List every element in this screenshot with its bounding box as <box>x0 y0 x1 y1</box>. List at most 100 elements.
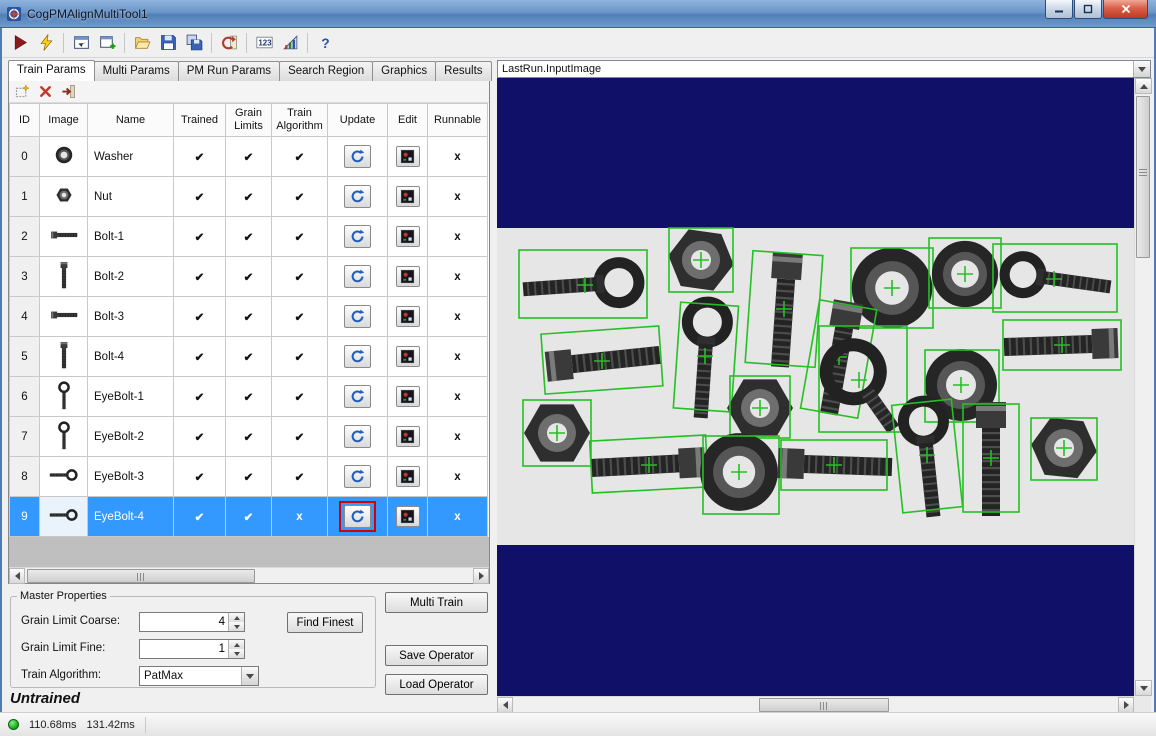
cell-grain-limits[interactable]: ✔ <box>226 297 272 337</box>
cell-edit[interactable] <box>388 177 428 217</box>
update-button[interactable] <box>344 345 371 368</box>
cell-runnable[interactable]: x <box>428 417 488 457</box>
update-button[interactable] <box>344 385 371 408</box>
cell-update[interactable] <box>328 377 388 417</box>
column-header[interactable]: Image <box>40 104 88 137</box>
cell-edit[interactable] <box>388 297 428 337</box>
table-horizontal-scrollbar[interactable] <box>9 567 489 583</box>
cell-image[interactable] <box>40 297 88 337</box>
import-pattern-icon[interactable] <box>59 83 78 101</box>
scroll-left-arrow[interactable] <box>497 697 513 713</box>
cell-update[interactable] <box>328 137 388 177</box>
cell-grain-limits[interactable]: ✔ <box>226 497 272 537</box>
pattern-row-5[interactable]: 5Bolt-4✔✔✔x <box>10 337 488 377</box>
run-icon[interactable] <box>8 31 32 55</box>
open-icon[interactable] <box>130 31 154 55</box>
cell-id[interactable]: 9 <box>10 497 40 537</box>
cell-name[interactable]: Bolt-1 <box>88 217 174 257</box>
cell-trained[interactable]: ✔ <box>174 377 226 417</box>
cell-id[interactable]: 6 <box>10 377 40 417</box>
edit-button[interactable] <box>396 426 420 447</box>
cell-trained[interactable]: ✔ <box>174 337 226 377</box>
cell-train-algorithm[interactable]: ✔ <box>272 137 328 177</box>
edit-button[interactable] <box>396 306 420 327</box>
cell-update[interactable] <box>328 457 388 497</box>
scroll-thumb[interactable] <box>759 698 889 712</box>
delete-pattern-icon[interactable] <box>36 83 55 101</box>
cell-update[interactable] <box>328 257 388 297</box>
tab-graphics[interactable]: Graphics <box>372 61 436 81</box>
pattern-row-8[interactable]: 8EyeBolt-3✔✔✔x <box>10 457 488 497</box>
maximize-button[interactable] <box>1074 0 1102 19</box>
update-button[interactable] <box>344 505 371 528</box>
cell-name[interactable]: EyeBolt-4 <box>88 497 174 537</box>
column-header[interactable]: Name <box>88 104 174 137</box>
pattern-row-9[interactable]: 9EyeBolt-4✔✔xx <box>10 497 488 537</box>
cell-image[interactable] <box>40 377 88 417</box>
pattern-row-4[interactable]: 4Bolt-3✔✔✔x <box>10 297 488 337</box>
cell-name[interactable]: Nut <box>88 177 174 217</box>
chevron-down-icon[interactable] <box>241 667 258 685</box>
cell-image[interactable] <box>40 137 88 177</box>
cell-trained[interactable]: ✔ <box>174 457 226 497</box>
cell-grain-limits[interactable]: ✔ <box>226 177 272 217</box>
cell-update[interactable] <box>328 297 388 337</box>
cell-trained[interactable]: ✔ <box>174 257 226 297</box>
save-operator-button[interactable]: Save Operator <box>385 645 488 666</box>
edit-button[interactable] <box>396 506 420 527</box>
cell-runnable[interactable]: x <box>428 497 488 537</box>
cell-update[interactable] <box>328 337 388 377</box>
cell-edit[interactable] <box>388 337 428 377</box>
grain-limit-fine-input[interactable] <box>140 640 228 658</box>
pattern-row-3[interactable]: 3Bolt-2✔✔✔x <box>10 257 488 297</box>
cell-trained[interactable]: ✔ <box>174 137 226 177</box>
edit-button[interactable] <box>396 386 420 407</box>
cell-runnable[interactable]: x <box>428 377 488 417</box>
cell-grain-limits[interactable]: ✔ <box>226 217 272 257</box>
cell-grain-limits[interactable]: ✔ <box>226 137 272 177</box>
spin-up-button[interactable] <box>229 640 244 649</box>
update-button[interactable] <box>344 265 371 288</box>
update-button[interactable] <box>344 145 371 168</box>
cell-runnable[interactable]: x <box>428 337 488 377</box>
scroll-down-arrow[interactable] <box>1135 680 1152 696</box>
chevron-down-icon[interactable] <box>1133 61 1150 77</box>
column-header[interactable]: TrainAlgorithm <box>272 104 328 137</box>
pattern-row-1[interactable]: 1Nut✔✔✔x <box>10 177 488 217</box>
image-horizontal-scrollbar[interactable] <box>497 696 1134 712</box>
close-button[interactable] <box>1103 0 1148 19</box>
cell-image[interactable] <box>40 257 88 297</box>
cell-id[interactable]: 4 <box>10 297 40 337</box>
cell-train-algorithm[interactable]: ✔ <box>272 377 328 417</box>
cell-edit[interactable] <box>388 257 428 297</box>
cell-train-algorithm[interactable]: ✔ <box>272 217 328 257</box>
cell-id[interactable]: 7 <box>10 417 40 457</box>
scroll-up-arrow[interactable] <box>1135 78 1152 94</box>
cell-id[interactable]: 8 <box>10 457 40 497</box>
tab-results[interactable]: Results <box>435 61 491 81</box>
cell-id[interactable]: 3 <box>10 257 40 297</box>
scroll-right-arrow[interactable] <box>473 568 489 584</box>
cell-edit[interactable] <box>388 457 428 497</box>
cell-grain-limits[interactable]: ✔ <box>226 457 272 497</box>
tool-window-add-icon[interactable] <box>95 31 119 55</box>
cell-image[interactable] <box>40 337 88 377</box>
save-stack-icon[interactable] <box>182 31 206 55</box>
edit-button[interactable] <box>396 346 420 367</box>
cell-name[interactable]: Washer <box>88 137 174 177</box>
column-header[interactable]: GrainLimits <box>226 104 272 137</box>
column-header[interactable]: Edit <box>388 104 428 137</box>
column-header[interactable]: Trained <box>174 104 226 137</box>
cell-grain-limits[interactable]: ✔ <box>226 257 272 297</box>
cell-trained[interactable]: ✔ <box>174 297 226 337</box>
spin-down-button[interactable] <box>229 622 244 631</box>
grain-limit-coarse-input[interactable] <box>140 613 228 631</box>
cell-name[interactable]: EyeBolt-1 <box>88 377 174 417</box>
edit-button[interactable] <box>396 226 420 247</box>
cell-runnable[interactable]: x <box>428 297 488 337</box>
titlebar[interactable]: CogPMAlignMultiTool1 <box>0 0 1156 28</box>
tab-train-params[interactable]: Train Params <box>8 60 95 81</box>
pattern-row-7[interactable]: 7EyeBolt-2✔✔✔x <box>10 417 488 457</box>
cell-id[interactable]: 5 <box>10 337 40 377</box>
cell-name[interactable]: EyeBolt-3 <box>88 457 174 497</box>
